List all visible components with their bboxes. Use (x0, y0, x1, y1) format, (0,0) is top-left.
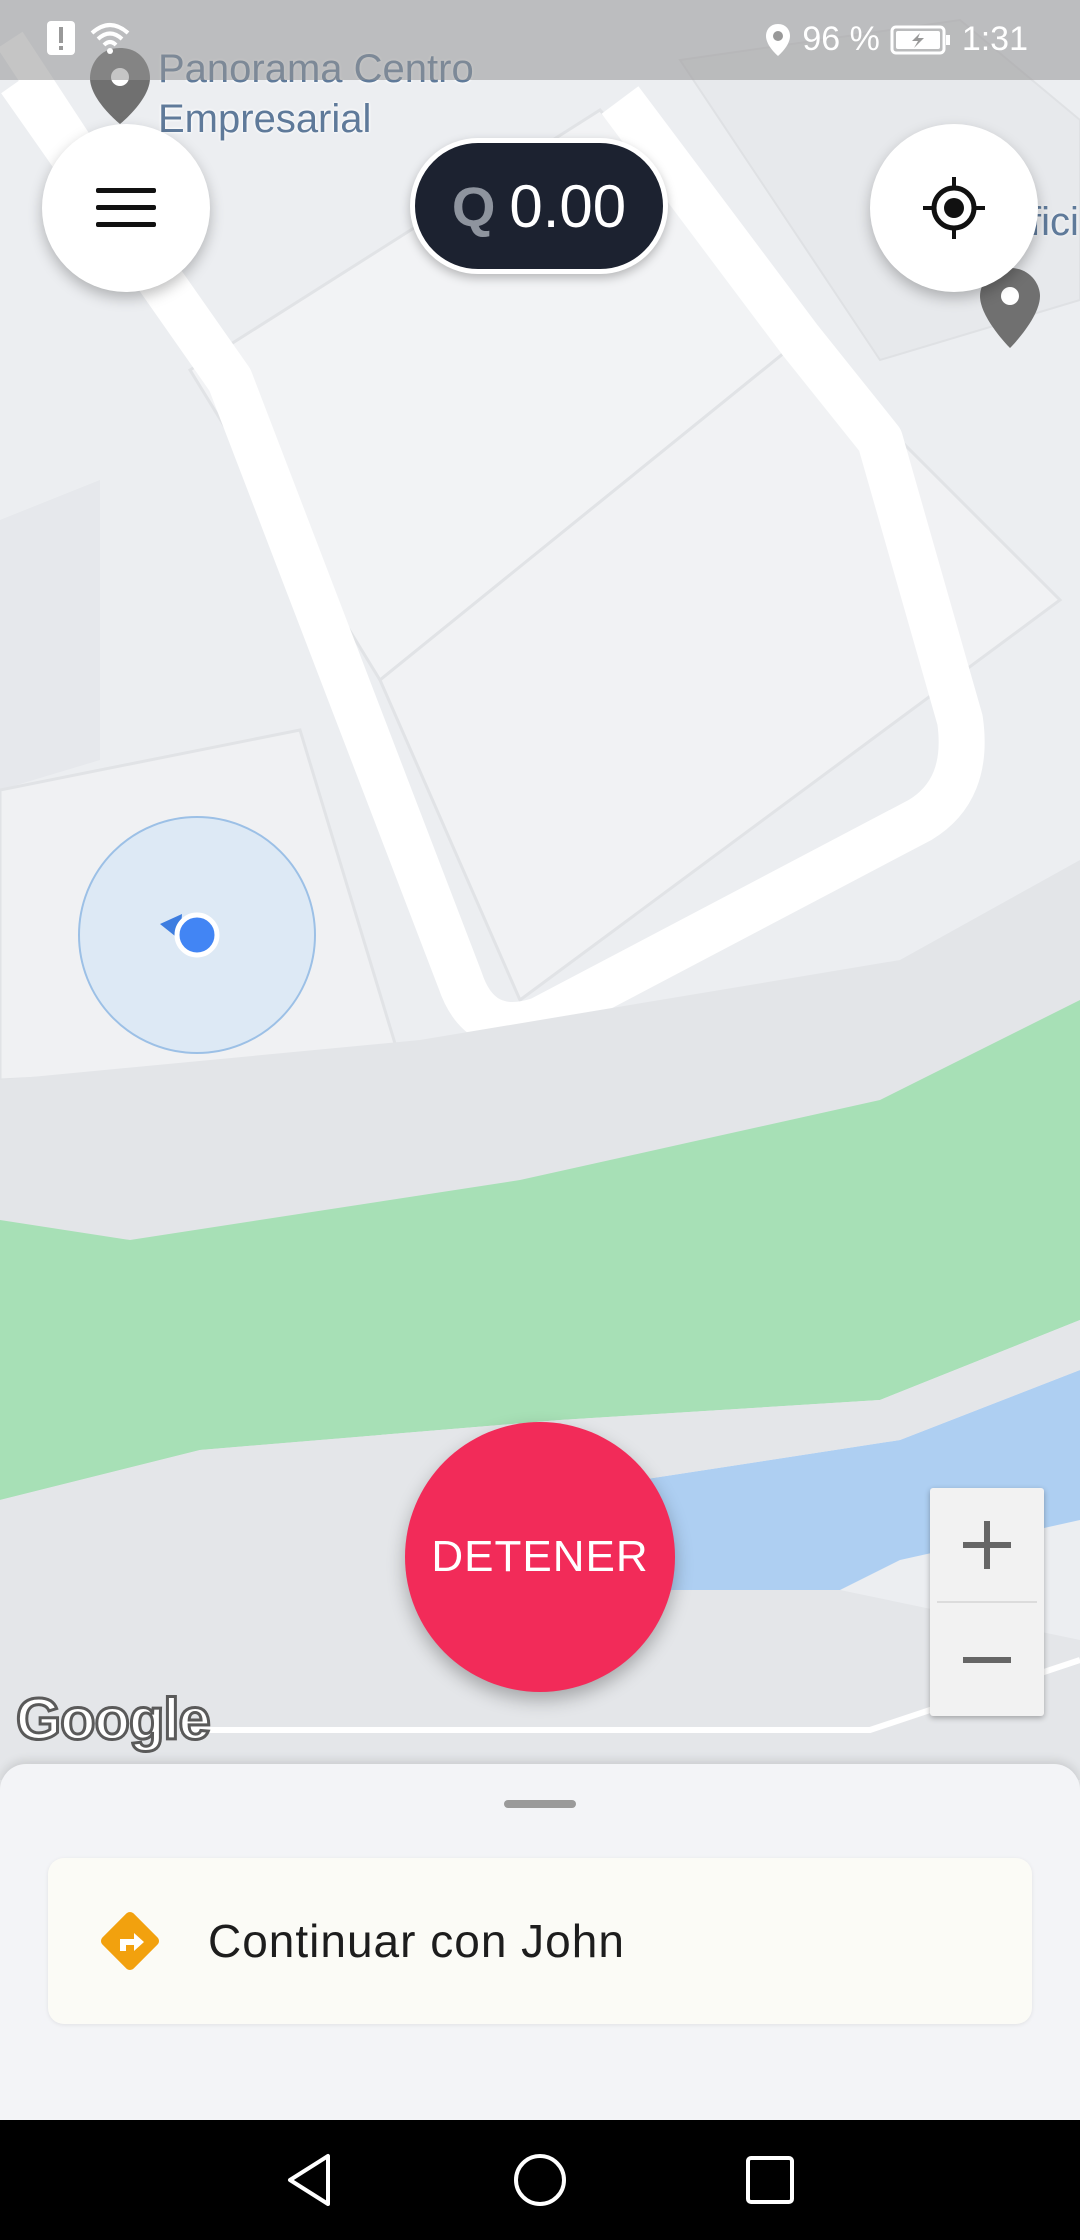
clock: 1:31 (961, 20, 1028, 58)
zoom-in-button[interactable] (930, 1488, 1044, 1601)
bottom-sheet: Continuar con John (0, 1764, 1080, 2120)
battery-percent: 96 % (802, 20, 880, 58)
fare-currency: Q (451, 174, 496, 238)
back-icon[interactable] (280, 2150, 340, 2210)
stop-trip-button[interactable]: DETENER (405, 1422, 675, 1692)
wifi-icon (90, 23, 130, 54)
hamburger-menu-icon (96, 188, 156, 227)
minus-icon (963, 1656, 1011, 1663)
turn-right-diamond-icon (100, 1911, 160, 1971)
google-attribution: Google (15, 1686, 213, 1754)
status-bar: 96 % 1:31 (0, 0, 1080, 80)
continue-label: Continuar con John (208, 1915, 625, 1967)
plus-icon (963, 1520, 1011, 1569)
continue-with-passenger-card[interactable]: Continuar con John (48, 1858, 1032, 2024)
battery-charging-icon (890, 25, 950, 54)
my-location-icon (923, 177, 985, 239)
fare-amount: 0.00 (509, 172, 627, 240)
my-location-button[interactable] (870, 124, 1038, 292)
sheet-drag-handle[interactable] (504, 1800, 576, 1808)
alert-icon (47, 21, 75, 55)
home-icon[interactable] (510, 2150, 570, 2210)
system-nav-bar (0, 2120, 1080, 2240)
location-icon (766, 23, 791, 56)
recents-icon[interactable] (740, 2150, 800, 2210)
zoom-controls (930, 1488, 1044, 1716)
menu-button[interactable] (42, 124, 210, 292)
fare-display: Q 0.00 (410, 138, 668, 274)
zoom-out-button[interactable] (930, 1603, 1044, 1716)
